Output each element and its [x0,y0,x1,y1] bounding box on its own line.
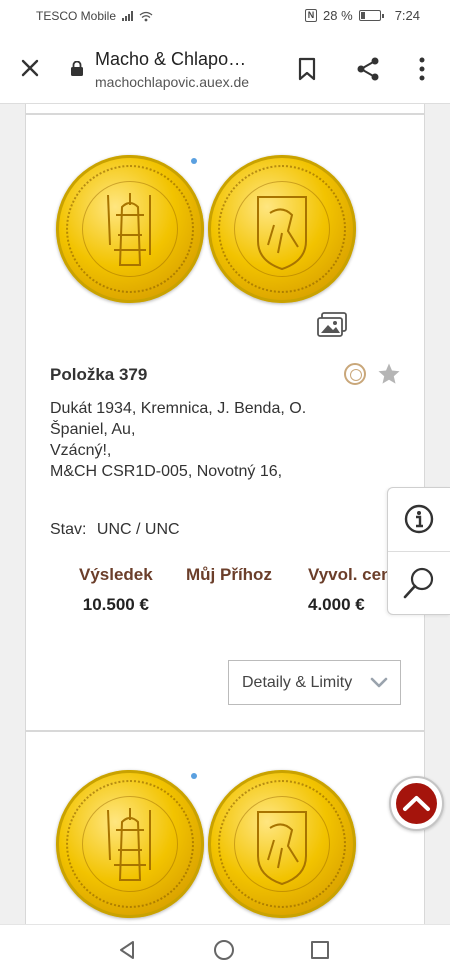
scroll-to-top-button[interactable] [389,776,444,831]
coin-reverse-image[interactable] [208,770,356,918]
details-limits-label: Detaily & Limity [242,674,353,691]
coin-images[interactable] [56,770,356,920]
battery-percent: 28 % [323,8,353,23]
carrier-label: TESCO Mobile [36,9,117,23]
description-line: Dukát 1934, Kremnica, J. Benda, O. [50,400,307,417]
more-vert-icon[interactable] [412,56,432,82]
description-line: Vzácný!, [50,442,112,459]
search-icon[interactable] [402,566,436,600]
browser-toolbar: Macho & Chlapo… machochlapovic.auex.de [0,32,450,104]
bid-summary: Výsledek 10.500 € Můj Příhoz Vyvol. cena… [26,565,426,625]
description-line: Španiel, Au, [50,421,136,438]
result-value: 10.500 € [82,595,149,614]
page-content: Položka 379 Dukát 1934, Kremnica, J. Ben… [0,104,450,924]
wifi-icon [139,11,153,21]
clock: 7:24 [394,8,420,23]
floating-side-panel [387,487,450,615]
watermark-logo [191,158,197,166]
recent-apps-icon[interactable] [311,941,329,959]
coin-obverse-image[interactable] [56,770,204,918]
star-icon[interactable] [377,362,401,386]
coin-obverse-image[interactable] [56,155,204,303]
watermark-logo [191,773,197,781]
coin-reverse-image[interactable] [208,155,356,303]
bookmark-icon[interactable] [297,57,317,81]
next-lot-card [25,731,425,924]
lot-card: Položka 379 Dukát 1934, Kremnica, J. Ben… [25,114,425,731]
details-limits-button[interactable]: Detaily & Limity [228,660,401,705]
condition-value: UNC / UNC [96,521,180,538]
battery-icon [358,10,384,21]
divider [388,551,450,552]
system-nav-bar [0,924,450,975]
site-url[interactable]: machochlapovic.auex.de [95,74,249,90]
status-bar: TESCO Mobile N 28 % 7:24 [0,0,450,32]
lock-icon [71,61,83,76]
condition-label: Stav: [50,521,87,538]
close-icon[interactable] [18,56,42,80]
share-icon[interactable] [355,56,381,82]
nfc-icon: N [305,9,318,22]
my-bid-label: Můj Příhoz [186,565,272,584]
description-line: M&CH CSR1D-005, Novotný 16, [50,463,283,480]
home-icon[interactable] [214,940,234,960]
chevron-down-icon [370,677,388,688]
lot-title: Položka 379 [50,365,148,384]
coin-images[interactable] [56,155,356,305]
back-icon[interactable] [117,940,137,960]
lot-description: Dukát 1934, Kremnica, J. Benda, O. Špani… [50,398,390,482]
result-label: Výsledek [79,565,153,584]
certificate-seal-icon[interactable] [344,363,366,385]
condition: Stav: UNC / UNC [50,521,180,539]
info-icon[interactable] [404,504,434,534]
signal-icon [122,11,134,21]
my-bid-column: Můj Příhoz [186,565,272,585]
chevron-up-icon [403,796,430,811]
previous-card-bottom [25,104,425,114]
gallery-icon[interactable] [316,311,348,339]
result-column: Výsledek 10.500 € [79,565,153,615]
site-title: Macho & Chlapo… [95,49,247,69]
